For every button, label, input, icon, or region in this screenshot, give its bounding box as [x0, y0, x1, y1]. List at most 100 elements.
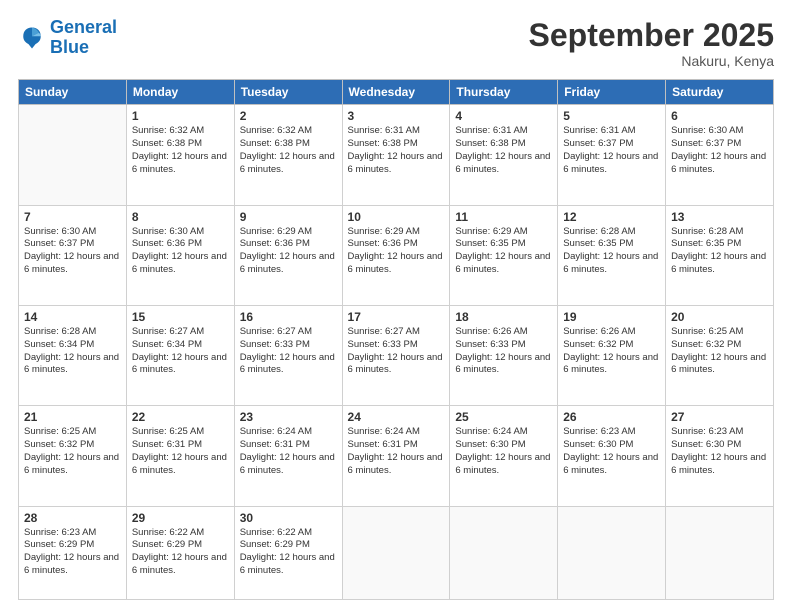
- day-number: 22: [132, 410, 229, 424]
- day-info: Sunrise: 6:25 AM Sunset: 6:31 PM Dayligh…: [132, 426, 229, 477]
- day-info: Sunrise: 6:29 AM Sunset: 6:36 PM Dayligh…: [348, 226, 445, 277]
- week-row-3: 14 Sunrise: 6:28 AM Sunset: 6:34 PM Dayli…: [19, 305, 774, 405]
- day-number: 16: [240, 310, 337, 324]
- week-row-1: 1Sunrise: 6:32 AM Sunset: 6:38 PM Daylig…: [19, 105, 774, 205]
- col-tuesday: Tuesday: [234, 80, 342, 105]
- calendar-cell: 15 Sunrise: 6:27 AM Sunset: 6:34 PM Dayli…: [126, 305, 234, 405]
- calendar-cell: [558, 506, 666, 599]
- calendar-cell: 10 Sunrise: 6:29 AM Sunset: 6:36 PM Dayli…: [342, 205, 450, 305]
- day-number: 30: [240, 511, 337, 525]
- calendar-cell: 5 Sunrise: 6:31 AM Sunset: 6:37 PM Daylig…: [558, 105, 666, 205]
- day-number: 29: [132, 511, 229, 525]
- day-number: 20: [671, 310, 768, 324]
- day-info: Sunrise: 6:32 AM Sunset: 6:38 PM Dayligh…: [240, 125, 337, 176]
- logo: General Blue: [18, 18, 117, 58]
- day-info: Sunrise: 6:25 AM Sunset: 6:32 PM Dayligh…: [24, 426, 121, 477]
- day-info: Sunrise: 6:29 AM Sunset: 6:35 PM Dayligh…: [455, 226, 552, 277]
- day-number: 14: [24, 310, 121, 324]
- logo-blue: Blue: [50, 37, 89, 57]
- week-row-5: 28Sunrise: 6:23 AM Sunset: 6:29 PM Dayli…: [19, 506, 774, 599]
- day-number: 21: [24, 410, 121, 424]
- calendar-cell: 18 Sunrise: 6:26 AM Sunset: 6:33 PM Dayli…: [450, 305, 558, 405]
- day-info: Sunrise: 6:32 AM Sunset: 6:38 PM Dayligh…: [132, 125, 229, 176]
- calendar-cell: 4Sunrise: 6:31 AM Sunset: 6:38 PM Daylig…: [450, 105, 558, 205]
- day-number: 23: [240, 410, 337, 424]
- day-info: Sunrise: 6:24 AM Sunset: 6:31 PM Dayligh…: [240, 426, 337, 477]
- day-number: 13: [671, 210, 768, 224]
- calendar-cell: 14 Sunrise: 6:28 AM Sunset: 6:34 PM Dayli…: [19, 305, 127, 405]
- calendar-cell: 11 Sunrise: 6:29 AM Sunset: 6:35 PM Dayli…: [450, 205, 558, 305]
- calendar-table: Sunday Monday Tuesday Wednesday Thursday…: [18, 79, 774, 600]
- calendar-cell: [450, 506, 558, 599]
- day-info: Sunrise: 6:26 AM Sunset: 6:33 PM Dayligh…: [455, 326, 552, 377]
- day-info: Sunrise: 6:28 AM Sunset: 6:35 PM Dayligh…: [671, 226, 768, 277]
- day-info: Sunrise: 6:22 AM Sunset: 6:29 PM Dayligh…: [132, 527, 229, 578]
- day-number: 4: [455, 109, 552, 123]
- day-number: 6: [671, 109, 768, 123]
- day-number: 10: [348, 210, 445, 224]
- calendar-cell: 25Sunrise: 6:24 AM Sunset: 6:30 PM Dayli…: [450, 406, 558, 506]
- calendar-cell: 12 Sunrise: 6:28 AM Sunset: 6:35 PM Dayli…: [558, 205, 666, 305]
- header-row: Sunday Monday Tuesday Wednesday Thursday…: [19, 80, 774, 105]
- day-info: Sunrise: 6:27 AM Sunset: 6:34 PM Dayligh…: [132, 326, 229, 377]
- day-info: Sunrise: 6:30 AM Sunset: 6:36 PM Dayligh…: [132, 226, 229, 277]
- col-monday: Monday: [126, 80, 234, 105]
- calendar-cell: 7Sunrise: 6:30 AM Sunset: 6:37 PM Daylig…: [19, 205, 127, 305]
- logo-text: General Blue: [50, 18, 117, 58]
- calendar-cell: 22 Sunrise: 6:25 AM Sunset: 6:31 PM Dayli…: [126, 406, 234, 506]
- day-info: Sunrise: 6:22 AM Sunset: 6:29 PM Dayligh…: [240, 527, 337, 578]
- col-saturday: Saturday: [666, 80, 774, 105]
- day-info: Sunrise: 6:30 AM Sunset: 6:37 PM Dayligh…: [671, 125, 768, 176]
- day-info: Sunrise: 6:27 AM Sunset: 6:33 PM Dayligh…: [348, 326, 445, 377]
- day-number: 9: [240, 210, 337, 224]
- logo-general: General: [50, 17, 117, 37]
- day-number: 24: [348, 410, 445, 424]
- calendar-cell: 8Sunrise: 6:30 AM Sunset: 6:36 PM Daylig…: [126, 205, 234, 305]
- week-row-2: 7Sunrise: 6:30 AM Sunset: 6:37 PM Daylig…: [19, 205, 774, 305]
- day-info: Sunrise: 6:24 AM Sunset: 6:30 PM Dayligh…: [455, 426, 552, 477]
- calendar-cell: 16Sunrise: 6:27 AM Sunset: 6:33 PM Dayli…: [234, 305, 342, 405]
- calendar-cell: 17 Sunrise: 6:27 AM Sunset: 6:33 PM Dayli…: [342, 305, 450, 405]
- calendar-cell: 6 Sunrise: 6:30 AM Sunset: 6:37 PM Daylig…: [666, 105, 774, 205]
- day-number: 15: [132, 310, 229, 324]
- day-info: Sunrise: 6:31 AM Sunset: 6:37 PM Dayligh…: [563, 125, 660, 176]
- day-info: Sunrise: 6:30 AM Sunset: 6:37 PM Dayligh…: [24, 226, 121, 277]
- col-thursday: Thursday: [450, 80, 558, 105]
- day-info: Sunrise: 6:31 AM Sunset: 6:38 PM Dayligh…: [348, 125, 445, 176]
- calendar-cell: 24 Sunrise: 6:24 AM Sunset: 6:31 PM Dayli…: [342, 406, 450, 506]
- calendar-cell: 27 Sunrise: 6:23 AM Sunset: 6:30 PM Dayli…: [666, 406, 774, 506]
- col-sunday: Sunday: [19, 80, 127, 105]
- day-number: 19: [563, 310, 660, 324]
- calendar-cell: [666, 506, 774, 599]
- calendar-cell: 19 Sunrise: 6:26 AM Sunset: 6:32 PM Dayli…: [558, 305, 666, 405]
- calendar-cell: 9 Sunrise: 6:29 AM Sunset: 6:36 PM Daylig…: [234, 205, 342, 305]
- page: General Blue September 2025 Nakuru, Keny…: [0, 0, 792, 612]
- calendar-cell: 26Sunrise: 6:23 AM Sunset: 6:30 PM Dayli…: [558, 406, 666, 506]
- col-wednesday: Wednesday: [342, 80, 450, 105]
- day-number: 5: [563, 109, 660, 123]
- logo-icon: [18, 24, 46, 52]
- calendar-cell: 2Sunrise: 6:32 AM Sunset: 6:38 PM Daylig…: [234, 105, 342, 205]
- calendar-cell: 20 Sunrise: 6:25 AM Sunset: 6:32 PM Dayli…: [666, 305, 774, 405]
- day-number: 17: [348, 310, 445, 324]
- day-info: Sunrise: 6:28 AM Sunset: 6:35 PM Dayligh…: [563, 226, 660, 277]
- day-info: Sunrise: 6:28 AM Sunset: 6:34 PM Dayligh…: [24, 326, 121, 377]
- day-number: 12: [563, 210, 660, 224]
- calendar-cell: 30 Sunrise: 6:22 AM Sunset: 6:29 PM Dayli…: [234, 506, 342, 599]
- calendar-cell: [342, 506, 450, 599]
- day-number: 18: [455, 310, 552, 324]
- calendar-cell: 13 Sunrise: 6:28 AM Sunset: 6:35 PM Dayli…: [666, 205, 774, 305]
- day-info: Sunrise: 6:26 AM Sunset: 6:32 PM Dayligh…: [563, 326, 660, 377]
- week-row-4: 21 Sunrise: 6:25 AM Sunset: 6:32 PM Dayli…: [19, 406, 774, 506]
- header: General Blue September 2025 Nakuru, Keny…: [18, 18, 774, 69]
- day-number: 27: [671, 410, 768, 424]
- day-info: Sunrise: 6:24 AM Sunset: 6:31 PM Dayligh…: [348, 426, 445, 477]
- calendar-cell: 29 Sunrise: 6:22 AM Sunset: 6:29 PM Dayli…: [126, 506, 234, 599]
- calendar-cell: [19, 105, 127, 205]
- day-number: 11: [455, 210, 552, 224]
- calendar-cell: 21 Sunrise: 6:25 AM Sunset: 6:32 PM Dayli…: [19, 406, 127, 506]
- day-info: Sunrise: 6:25 AM Sunset: 6:32 PM Dayligh…: [671, 326, 768, 377]
- day-info: Sunrise: 6:29 AM Sunset: 6:36 PM Dayligh…: [240, 226, 337, 277]
- day-info: Sunrise: 6:23 AM Sunset: 6:30 PM Dayligh…: [671, 426, 768, 477]
- day-number: 28: [24, 511, 121, 525]
